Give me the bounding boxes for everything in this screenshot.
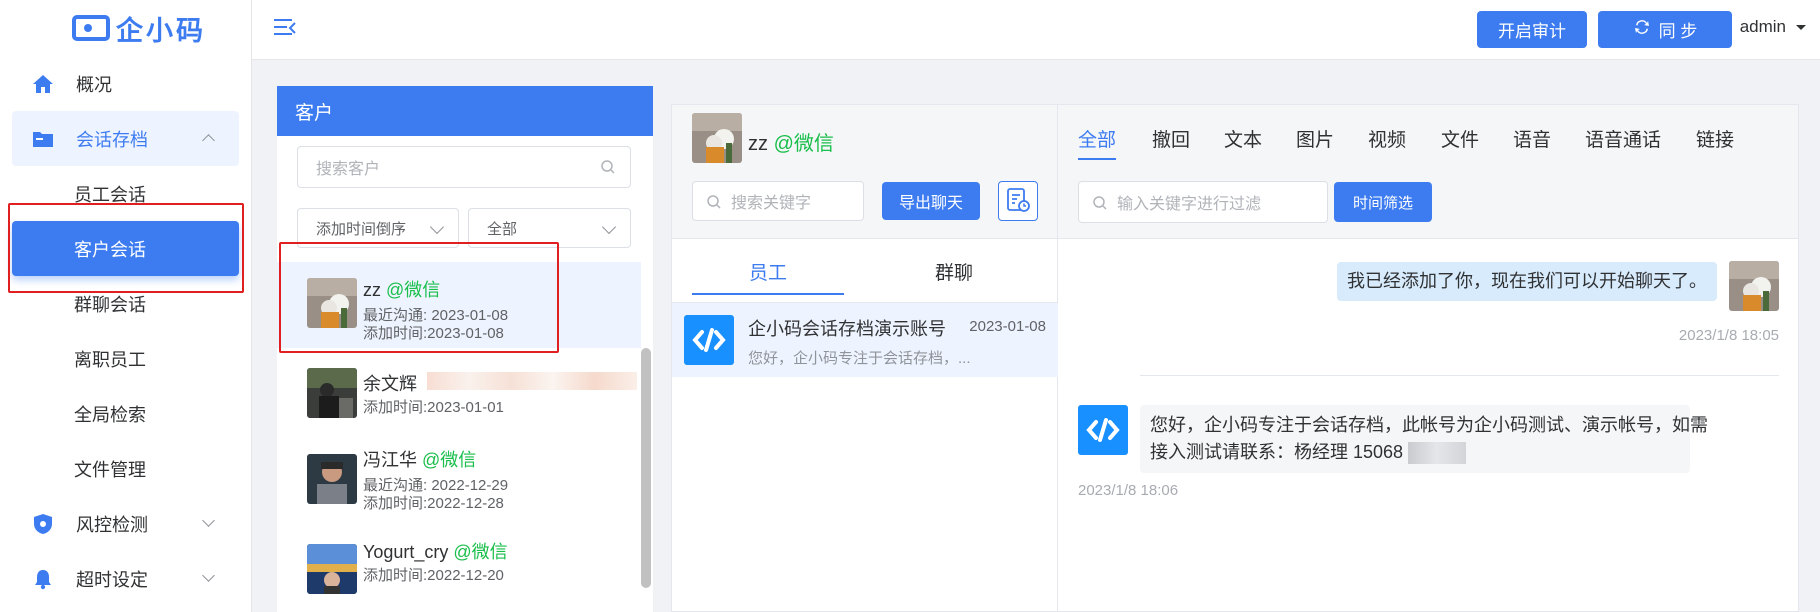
conversation-header: zz @微信 搜索关键字 导出聊天 [672,105,1057,239]
collapse-menu-icon[interactable] [274,19,296,37]
conversation-preview: 您好，企小码专注于会话存档，... [748,350,971,367]
tab-image[interactable]: 图片 [1296,125,1334,152]
menu-label: 超时设定 [76,569,148,590]
document-clock-icon [1005,187,1031,216]
menu-item-risk-control[interactable]: 风控检测 [0,496,251,551]
tab-text[interactable]: 文本 [1224,125,1262,152]
tab-file[interactable]: 文件 [1441,125,1479,152]
menu-item-overview[interactable]: 概况 [0,56,251,111]
sync-icon [1633,18,1651,41]
customer-name: 冯江华 @微信 [363,450,477,470]
highlight-box [279,242,559,353]
chevron-down-icon [429,219,445,235]
chevron-down-icon [601,219,617,235]
added-time: 添加时间:2023-01-01 [363,399,504,416]
chat-record-icon-button[interactable] [998,181,1038,221]
user-menu[interactable]: admin [1740,17,1806,37]
caret-down-icon [1796,24,1806,30]
customer-name: 余文辉 [363,374,417,394]
sender-avatar [1729,261,1779,311]
chevron-down-icon [202,514,215,527]
customer-search-input[interactable]: 搜索客户 [297,146,631,188]
time-filter-button[interactable]: 时间筛选 [1334,182,1432,222]
tab-all[interactable]: 全部 [1078,125,1117,160]
app-logo[interactable]: 企小码 [0,0,251,56]
export-chat-button[interactable]: 导出聊天 [882,182,980,220]
messages-column: 全部 撤回 文本 图片 视频 文件 语音 语音通话 链接 输入关键字进行过滤 时… [1058,105,1798,611]
menu-label: 概况 [76,74,112,95]
keyword-search-input[interactable]: 搜索关键字 [692,181,864,221]
customer-list-scrollbar[interactable] [641,348,651,588]
home-icon [32,73,54,95]
chat-panel: zz @微信 搜索关键字 导出聊天 员工 群聊 企小码会话存档演示账号 2023… [671,104,1799,612]
shield-icon [32,513,54,535]
sync-button[interactable]: 同 步 [1598,11,1732,48]
bell-icon [32,568,54,590]
customer-item[interactable]: 余文辉 添加时间:2023-01-01 [277,348,641,438]
chevron-down-icon [202,569,215,582]
code-logo-icon [684,315,734,365]
start-audit-button[interactable]: 开启审计 [1477,11,1587,48]
menu-item-chat-archive[interactable]: 会话存档 [12,111,239,166]
sub-item-resigned-employees[interactable]: 离职员工 [0,331,251,386]
blurred-text [427,372,637,390]
tab-video[interactable]: 视频 [1368,125,1406,152]
sub-item-file-management[interactable]: 文件管理 [0,441,251,496]
message-divider [1140,375,1779,376]
blurred-text [1408,442,1467,465]
added-time: 添加时间:2022-12-28 [363,495,504,512]
menu-label: 会话存档 [76,129,148,150]
conversation-title: 企小码会话存档演示账号 [748,319,946,339]
message-filter-input[interactable]: 输入关键字进行过滤 [1078,181,1328,223]
conversation-column: zz @微信 搜索关键字 导出聊天 员工 群聊 企小码会话存档演示账号 2023… [672,105,1058,611]
tab-underline [692,293,844,295]
tab-voice[interactable]: 语音 [1513,125,1551,152]
conversation-date: 2023-01-08 [969,318,1046,335]
folder-icon [32,128,54,150]
tab-recalled[interactable]: 撤回 [1152,125,1190,152]
avatar [307,454,357,504]
tab-voice-call[interactable]: 语音通话 [1585,125,1661,152]
sub-item-global-search[interactable]: 全局检索 [0,386,251,441]
menu-label: 风控检测 [76,514,148,535]
tab-link[interactable]: 链接 [1696,125,1734,152]
logo-text: 企小码 [116,15,206,47]
avatar [307,368,357,418]
contact-name: zz @微信 [748,133,834,155]
customer-name: Yogurt_cry @微信 [363,542,508,562]
sidebar: 企小码 概况 会话存档 员工会话 客户会话 群聊会话 离职员工 全局检索 文件管… [0,0,252,612]
contact-avatar [692,113,742,163]
avatar [307,544,357,594]
tab-group-chat[interactable]: 群聊 [870,239,1038,303]
search-icon [706,194,722,215]
search-icon [600,159,616,180]
added-time: 添加时间:2022-12-20 [363,567,504,584]
chevron-up-icon [202,134,215,147]
conversation-item[interactable]: 企小码会话存档演示账号 2023-01-08 您好，企小码专注于会话存档，... [672,303,1058,377]
menu-item-timeout-settings[interactable]: 超时设定 [0,551,251,606]
conversation-tabs: 员工 群聊 [672,239,1058,303]
user-name: admin [1739,17,1786,36]
incoming-message: 您好，企小码专注于会话存档，此帐号为企小码测试、演示帐号，如需 接入测试请联系：… [1140,405,1708,473]
customer-item[interactable]: Yogurt_cry @微信 添加时间:2022-12-20 [277,534,641,612]
main-menu: 概况 会话存档 员工会话 客户会话 群聊会话 离职员工 全局检索 文件管理 风控… [0,56,251,606]
logo-icon [72,15,110,41]
message-time: 2023/1/8 18:05 [1678,327,1779,344]
message-time: 2023/1/8 18:06 [1078,482,1179,499]
code-logo-icon [1078,405,1128,455]
customer-item[interactable]: 冯江华 @微信 最近沟通: 2022-12-29 添加时间:2022-12-28 [277,438,641,534]
outgoing-message: 我已经添加了你，现在我们可以开始聊天了。 [1337,262,1717,301]
search-icon [1092,195,1108,216]
top-header: 开启审计 同 步 admin [252,0,1820,60]
messages-header: 全部 撤回 文本 图片 视频 文件 语音 语音通话 链接 输入关键字进行过滤 时… [1058,105,1798,239]
customer-panel-title: 客户 [277,86,653,136]
highlight-box [8,203,244,293]
